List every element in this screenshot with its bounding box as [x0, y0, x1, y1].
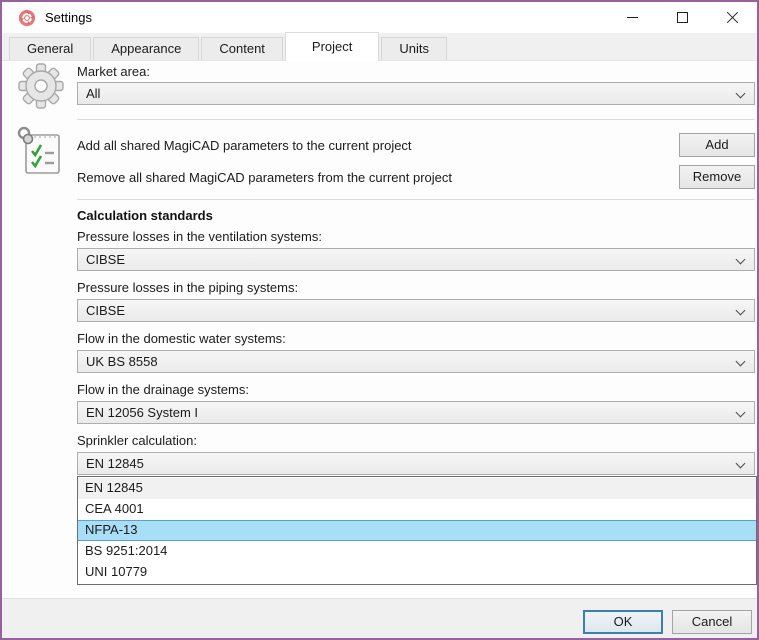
market-area-label: Market area:: [77, 64, 150, 79]
tab-appearance[interactable]: Appearance: [93, 37, 199, 60]
domestic-water-flow-value: UK BS 8558: [86, 354, 158, 369]
tab-units[interactable]: Units: [381, 37, 447, 60]
dropdown-option-nfpa-13[interactable]: NFPA-13: [78, 520, 756, 541]
piping-pressure-select[interactable]: CIBSE: [77, 299, 755, 322]
ok-button[interactable]: OK: [583, 610, 663, 634]
ventilation-pressure-label: Pressure losses in the ventilation syste…: [77, 229, 322, 244]
dropdown-option-uni-10779[interactable]: UNI 10779: [78, 562, 756, 583]
ventilation-pressure-select[interactable]: CIBSE: [77, 248, 755, 271]
ventilation-pressure-value: CIBSE: [86, 252, 125, 267]
add-parameters-text: Add all shared MagiCAD parameters to the…: [77, 138, 412, 153]
remove-button[interactable]: Remove: [679, 165, 755, 189]
add-button[interactable]: Add: [679, 133, 755, 157]
sprinkler-calculation-value: EN 12845: [86, 456, 144, 471]
maximize-button[interactable]: [657, 2, 707, 33]
checklist-icon: [15, 124, 65, 180]
dropdown-option-bs-9251-2014[interactable]: BS 9251:2014: [78, 541, 756, 562]
sprinkler-calculation-select[interactable]: EN 12845: [77, 452, 755, 475]
drainage-flow-select[interactable]: EN 12056 System I: [77, 401, 755, 424]
dropdown-option-en-12845[interactable]: EN 12845: [78, 478, 756, 499]
market-area-value: All: [86, 86, 100, 101]
window-controls: [607, 2, 757, 33]
piping-pressure-label: Pressure losses in the piping systems:: [77, 280, 298, 295]
chevron-down-icon: [736, 306, 746, 316]
minimize-button[interactable]: [607, 2, 657, 33]
domestic-water-flow-label: Flow in the domestic water systems:: [77, 331, 286, 346]
chevron-down-icon: [736, 357, 746, 367]
separator: [77, 199, 755, 200]
close-icon: [726, 11, 739, 24]
maximize-icon: [677, 12, 688, 23]
drainage-flow-label: Flow in the drainage systems:: [77, 382, 249, 397]
chevron-down-icon: [736, 255, 746, 265]
window-title: Settings: [45, 10, 92, 25]
sprinkler-calculation-label: Sprinkler calculation:: [77, 433, 197, 448]
tab-strip: General Appearance Content Project Units: [2, 33, 757, 61]
magicad-app-icon: [18, 9, 36, 27]
sprinkler-dropdown-list: EN 12845 CEA 4001 NFPA-13 BS 9251:2014 U…: [77, 476, 757, 585]
domestic-water-flow-select[interactable]: UK BS 8558: [77, 350, 755, 373]
drainage-flow-value: EN 12056 System I: [86, 405, 198, 420]
chevron-down-icon: [736, 408, 746, 418]
cancel-button[interactable]: Cancel: [672, 610, 752, 634]
chevron-down-icon: [736, 459, 746, 469]
dropdown-option-cea-4001[interactable]: CEA 4001: [78, 499, 756, 520]
chevron-down-icon: [736, 89, 746, 99]
separator: [77, 119, 755, 120]
titlebar: Settings: [2, 2, 757, 33]
calculation-standards-heading: Calculation standards: [77, 208, 213, 223]
close-button[interactable]: [707, 2, 757, 33]
remove-parameters-text: Remove all shared MagiCAD parameters fro…: [77, 170, 452, 185]
tab-general[interactable]: General: [9, 37, 91, 60]
market-area-select[interactable]: All: [77, 82, 755, 105]
minimize-icon: [627, 17, 638, 18]
tab-content[interactable]: Content: [201, 37, 283, 60]
tab-project[interactable]: Project: [285, 32, 379, 61]
piping-pressure-value: CIBSE: [86, 303, 125, 318]
settings-dialog: Settings General Appearance Content Proj…: [0, 0, 759, 640]
gear-icon: [17, 61, 65, 111]
